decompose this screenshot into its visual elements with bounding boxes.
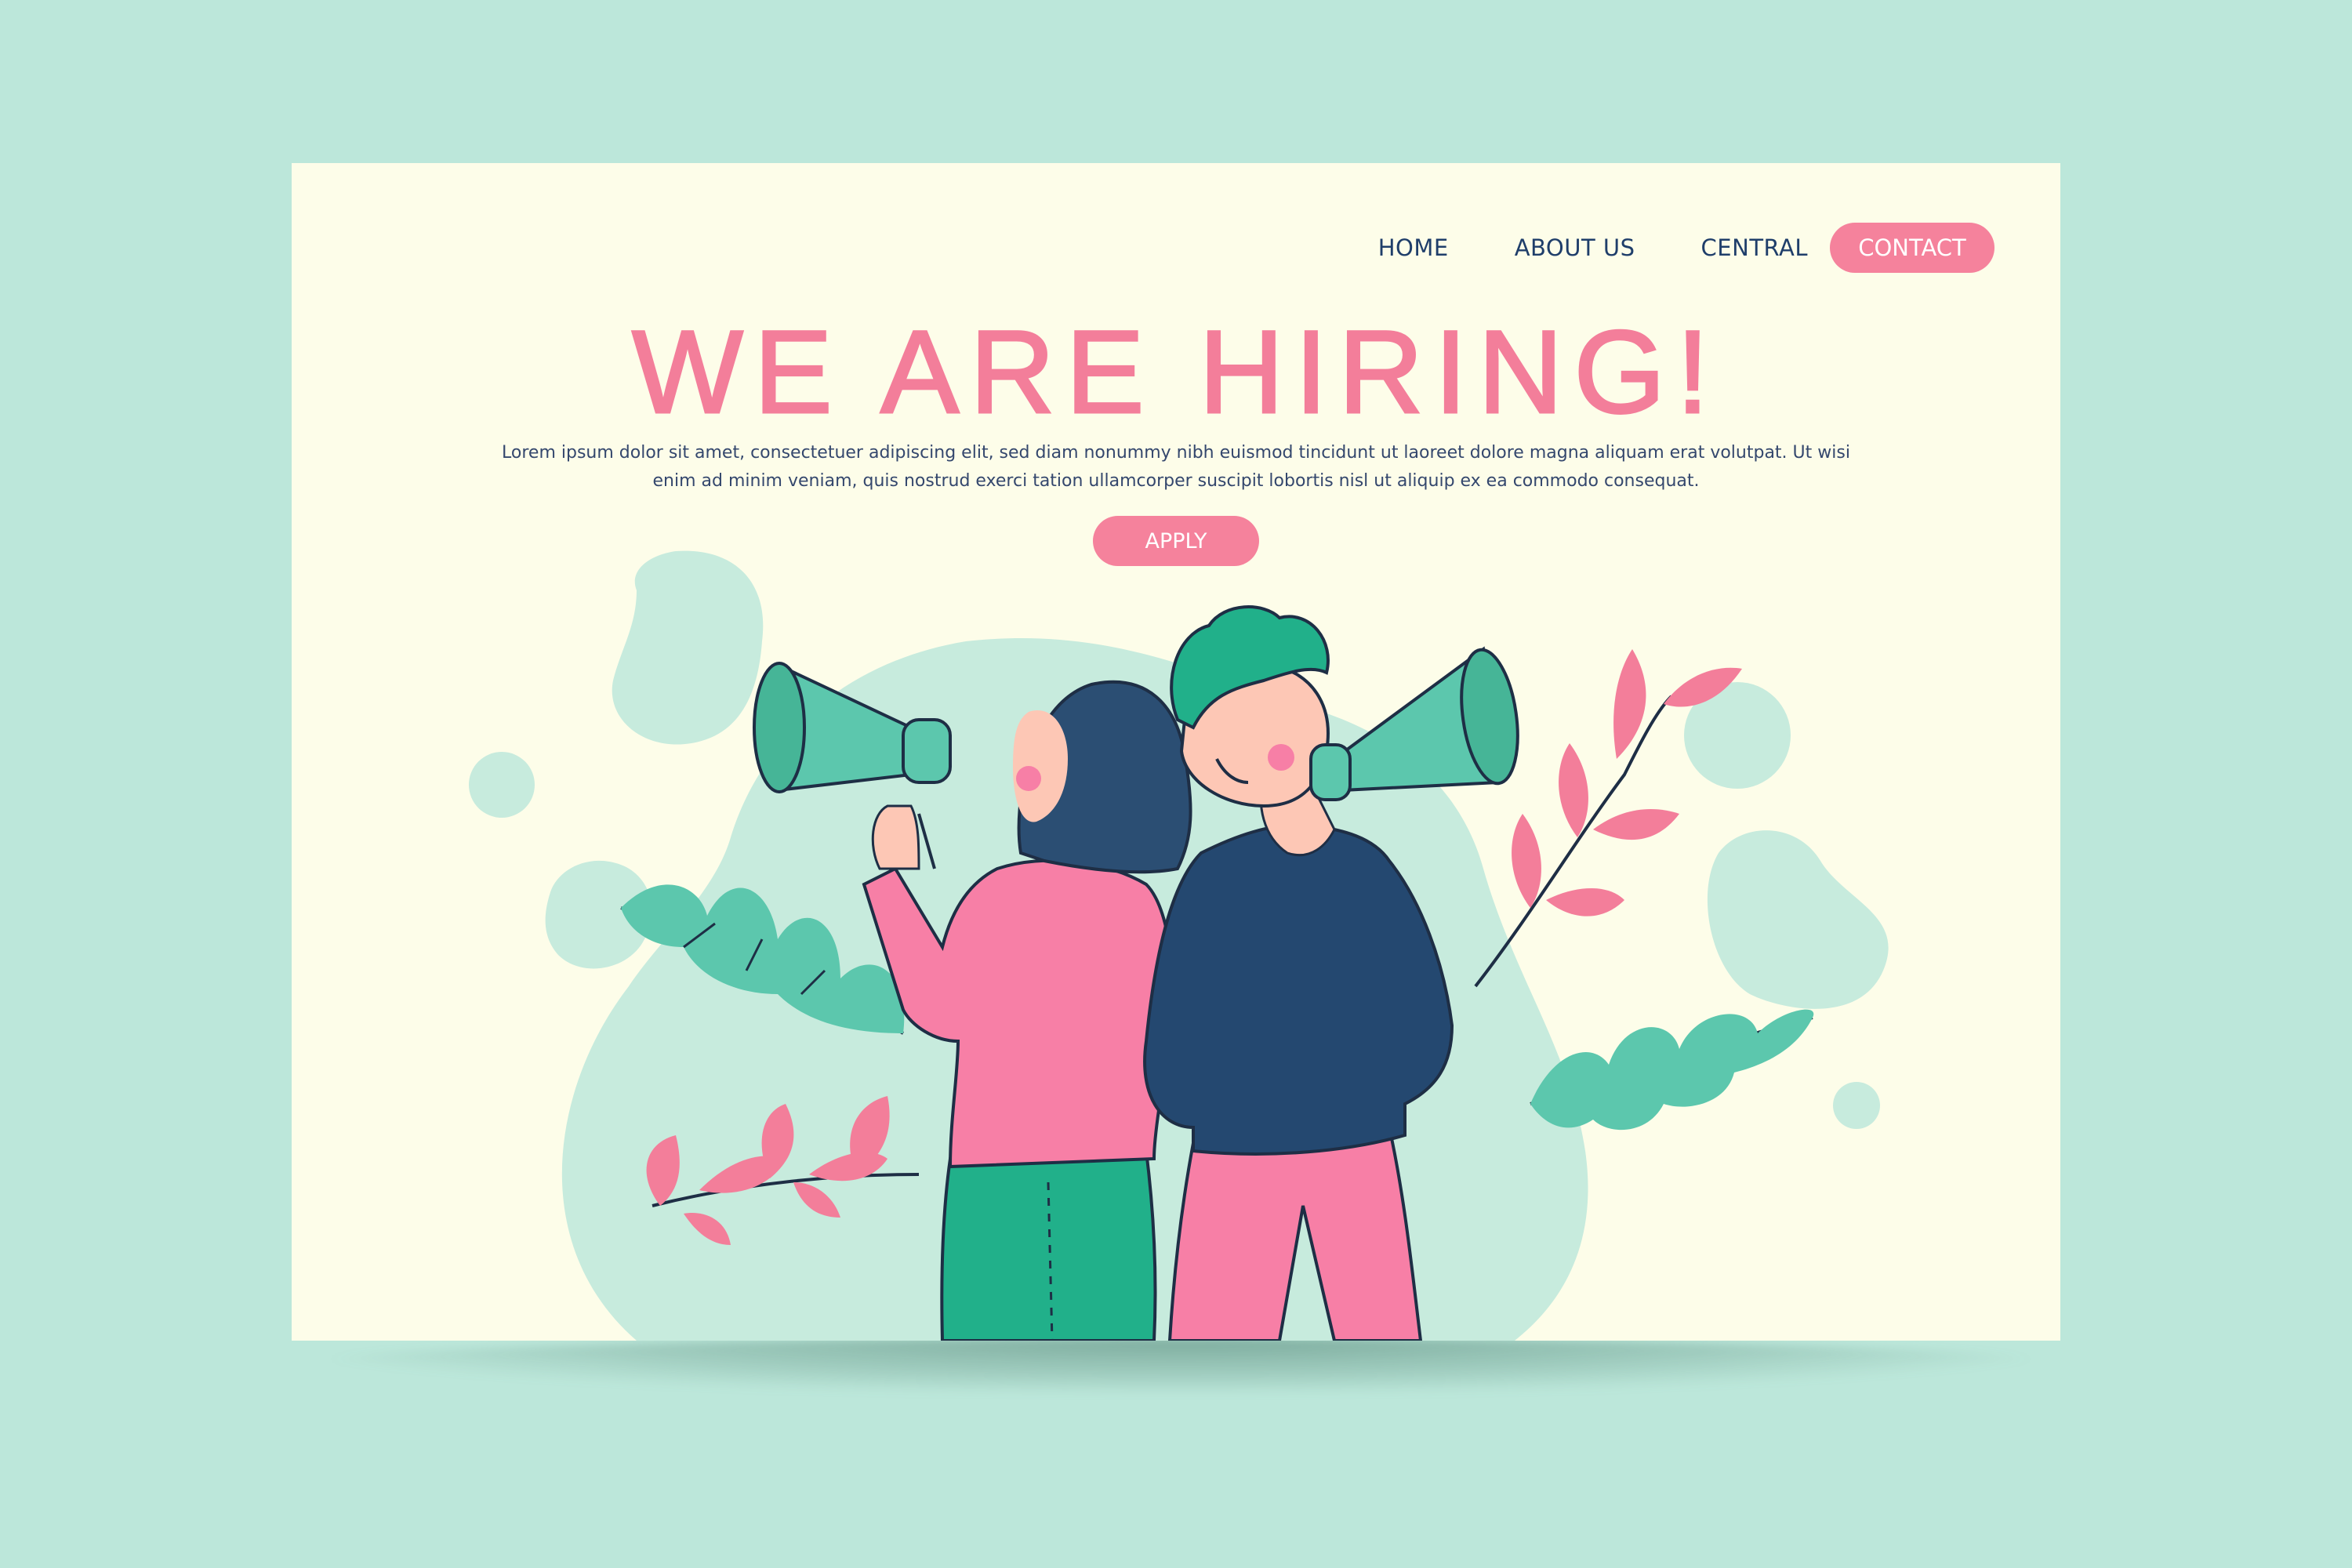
small-blob-right-bottom bbox=[1833, 1082, 1880, 1129]
hiring-illustration bbox=[469, 550, 1889, 1341]
teal-leaf-branch-right bbox=[1530, 1009, 1814, 1131]
small-blob-left bbox=[469, 752, 535, 818]
woman-jeans bbox=[940, 1149, 1157, 1341]
page-shadow bbox=[303, 1338, 2059, 1392]
landing-page: HOME ABOUT US CENTRAL CONTACT WE ARE HIR… bbox=[292, 163, 2060, 1341]
right-blob bbox=[1707, 830, 1889, 1009]
pink-leaf-branch-right bbox=[1474, 649, 1742, 988]
top-left-blob bbox=[612, 550, 764, 745]
